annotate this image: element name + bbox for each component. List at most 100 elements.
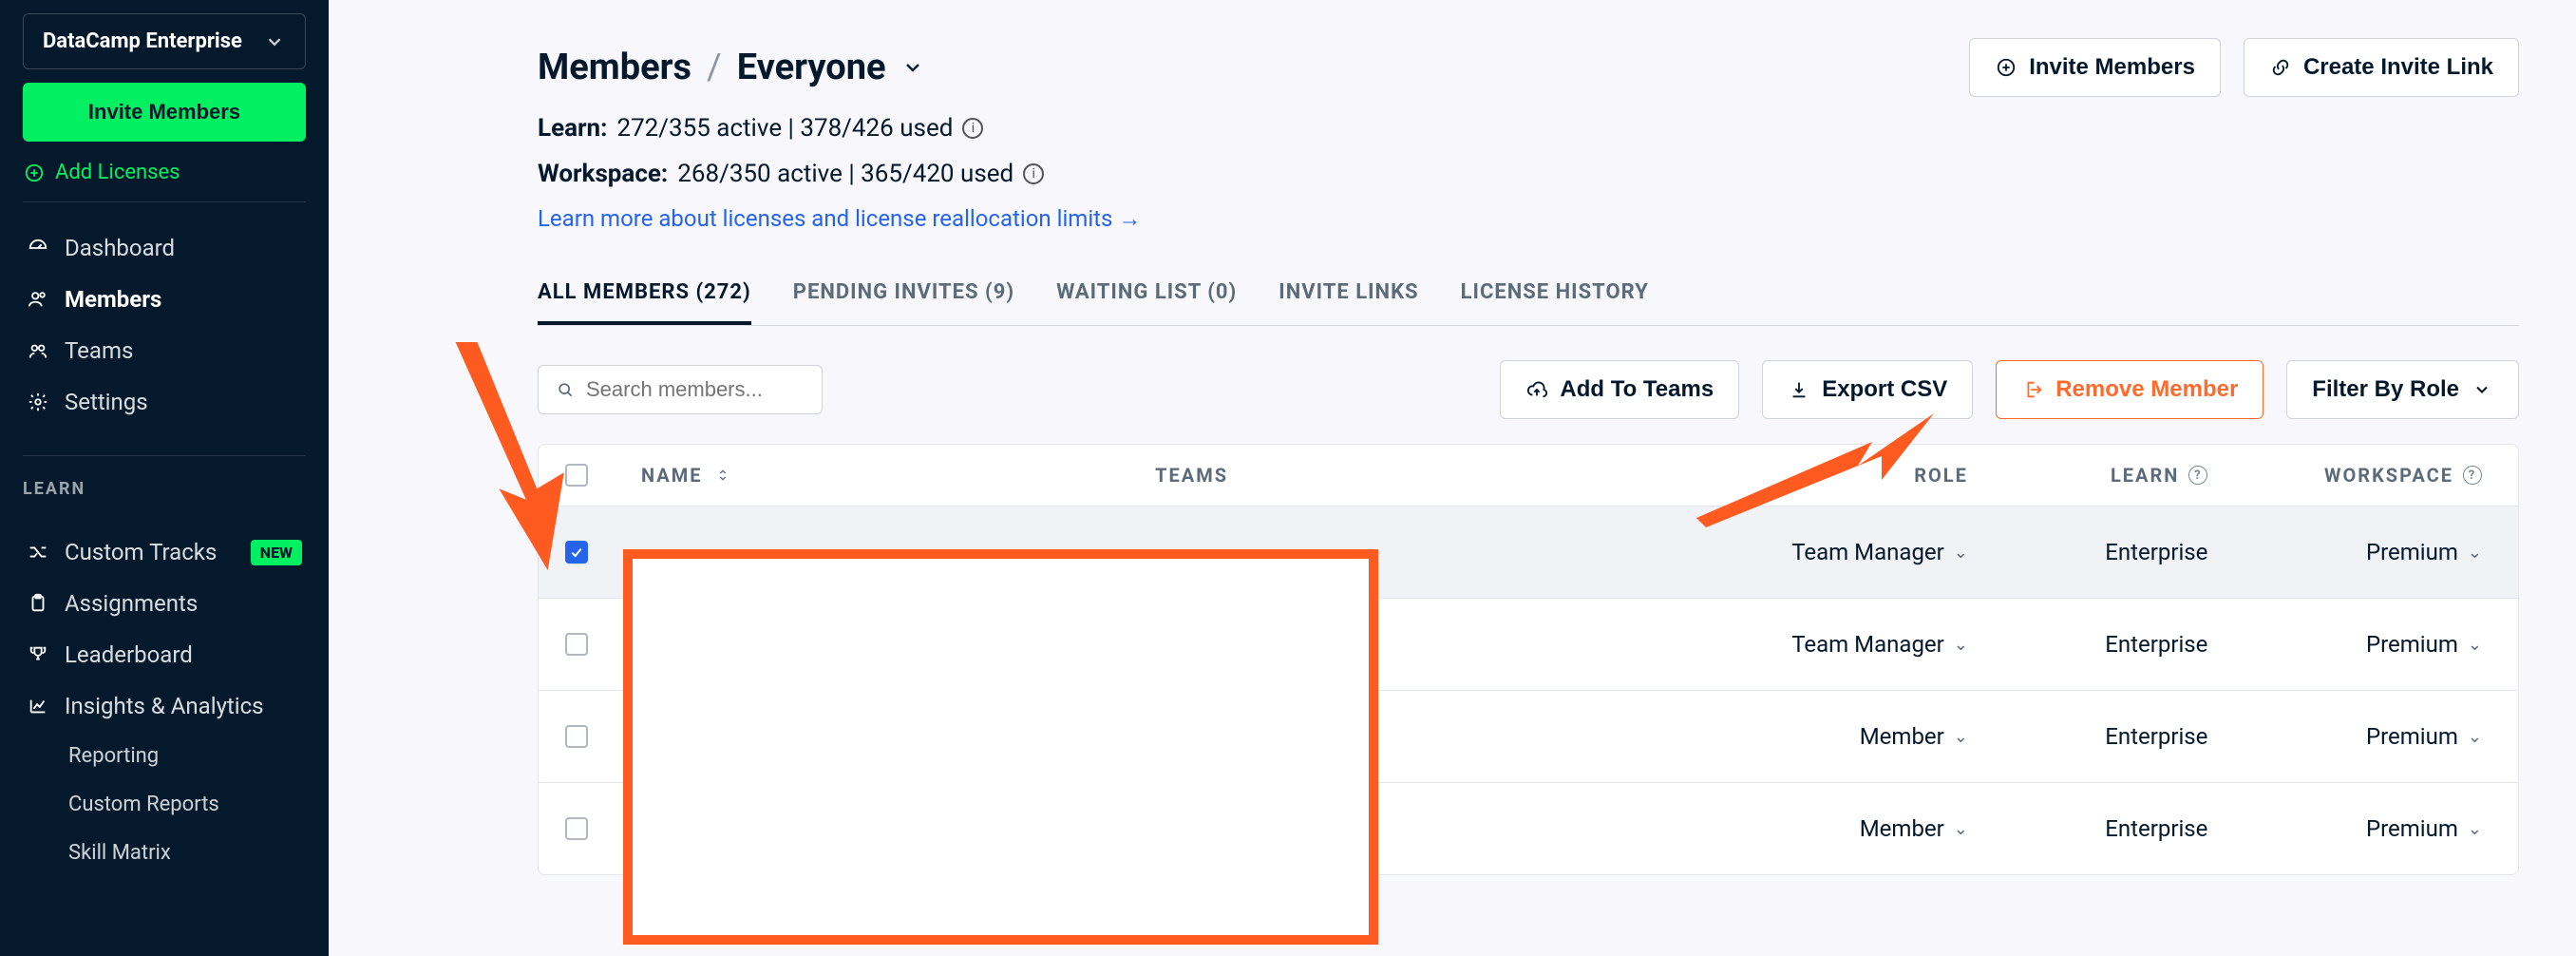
cell-role[interactable]: Member⌄	[1669, 723, 1978, 750]
chevron-down-icon: ⌄	[2468, 543, 2482, 563]
filter-by-role-button[interactable]: Filter By Role	[2286, 360, 2519, 419]
info-icon[interactable]: i	[962, 118, 983, 139]
chevron-down-icon: ⌄	[1954, 727, 1968, 747]
tab-all-members[interactable]: ALL MEMBERS (272)	[538, 267, 751, 325]
chart-line-icon	[27, 695, 49, 717]
table-row[interactable]: Member⌄ Enterprise Premium⌄	[539, 782, 2518, 874]
table-row[interactable]: Member⌄ Enterprise Premium⌄	[539, 690, 2518, 782]
learn-license-stats: Learn: 272/355 active | 378/426 used i	[538, 114, 2519, 143]
sidebar-item-teams[interactable]: Teams	[23, 328, 306, 373]
invite-members-button[interactable]: Invite Members	[1969, 38, 2221, 97]
sidebar-invite-button[interactable]: Invite Members	[23, 83, 306, 142]
sidebar-item-members[interactable]: Members	[23, 277, 306, 322]
cell-workspace[interactable]: Premium⌄	[2217, 631, 2491, 658]
col-role[interactable]: ROLE	[1669, 464, 1978, 487]
chevron-down-icon: ⌄	[2468, 635, 2482, 655]
cell-role[interactable]: Member⌄	[1669, 815, 1978, 842]
sidebar-item-reporting[interactable]: Reporting	[65, 735, 306, 777]
sidebar-item-label: Custom Reports	[68, 793, 219, 816]
tab-waiting-list[interactable]: WAITING LIST (0)	[1056, 267, 1237, 325]
header-actions: Invite Members Create Invite Link	[1969, 38, 2519, 97]
main-content: Members / Everyone Invite Members	[329, 0, 2576, 956]
org-name: DataCamp Enterprise	[43, 29, 242, 53]
cell-role[interactable]: Team Manager⌄	[1669, 539, 1978, 565]
select-all-checkbox[interactable]	[565, 464, 588, 487]
chevron-down-icon: ⌄	[2468, 819, 2482, 839]
cell-learn: Enterprise	[1978, 539, 2218, 565]
primary-nav: Dashboard Members Teams Settings	[23, 216, 306, 425]
cell-role[interactable]: Team Manager⌄	[1669, 631, 1978, 658]
row-checkbox[interactable]	[565, 633, 588, 656]
table-header: NAME TEAMS ROLE LEARN ? WORKSPACE ?	[539, 445, 2518, 506]
trophy-icon	[27, 643, 49, 666]
breadcrumb-root[interactable]: Members	[538, 47, 691, 88]
help-icon[interactable]: ?	[2463, 466, 2482, 485]
row-checkbox[interactable]	[565, 541, 588, 564]
sidebar-item-custom-tracks[interactable]: Custom Tracks NEW	[23, 529, 306, 575]
col-teams[interactable]: TEAMS	[1155, 464, 1669, 487]
sidebar-section-learn: LEARN	[23, 479, 306, 507]
add-licenses-link[interactable]: Add Licenses	[23, 155, 306, 202]
new-badge: NEW	[251, 540, 302, 565]
link-icon	[2269, 56, 2292, 79]
sidebar-item-label: Skill Matrix	[68, 841, 171, 865]
button-label: Export CSV	[1822, 376, 1947, 403]
button-label: Create Invite Link	[2303, 54, 2493, 81]
sidebar-item-skill-matrix[interactable]: Skill Matrix	[65, 832, 306, 874]
sidebar-item-settings[interactable]: Settings	[23, 379, 306, 425]
tab-invite-links[interactable]: INVITE LINKS	[1279, 267, 1418, 325]
team-icon	[27, 339, 49, 362]
chevron-down-icon	[2471, 378, 2493, 401]
breadcrumb-separator: /	[707, 47, 722, 88]
help-icon[interactable]: ?	[2188, 466, 2207, 485]
sidebar-item-custom-reports[interactable]: Custom Reports	[65, 783, 306, 826]
workspace-license-stats: Workspace: 268/350 active | 365/420 used…	[538, 160, 2519, 188]
breadcrumb-leaf[interactable]: Everyone	[737, 47, 886, 88]
breadcrumb: Members / Everyone	[538, 47, 924, 88]
chevron-down-icon: ⌄	[1954, 819, 1968, 839]
plus-circle-icon	[23, 162, 46, 184]
plus-circle-icon	[1995, 56, 2017, 79]
insights-subnav: Reporting Custom Reports Skill Matrix	[23, 735, 306, 874]
sidebar-item-leaderboard[interactable]: Leaderboard	[23, 632, 306, 678]
gear-icon	[27, 391, 49, 413]
col-learn[interactable]: LEARN ?	[1978, 464, 2218, 487]
button-label: Add To Teams	[1560, 376, 1714, 403]
cell-workspace[interactable]: Premium⌄	[2217, 723, 2491, 750]
members-table: NAME TEAMS ROLE LEARN ? WORKSPACE ?	[538, 444, 2519, 875]
shuffle-icon	[27, 541, 49, 564]
col-name[interactable]: NAME	[641, 464, 1155, 487]
chevron-down-icon	[263, 30, 286, 53]
search-input[interactable]	[538, 365, 823, 414]
learn-nav: Custom Tracks NEW Assignments Leaderboar…	[23, 520, 306, 874]
sidebar-item-dashboard[interactable]: Dashboard	[23, 225, 306, 271]
remove-member-button[interactable]: Remove Member	[1996, 360, 2263, 419]
tab-pending-invites[interactable]: PENDING INVITES (9)	[793, 267, 1014, 325]
add-to-teams-button[interactable]: Add To Teams	[1500, 360, 1739, 419]
license-learn-more-link[interactable]: Learn more about licenses and license re…	[538, 205, 1141, 233]
chevron-down-icon[interactable]	[901, 56, 924, 79]
cell-workspace[interactable]: Premium⌄	[2217, 815, 2491, 842]
sidebar-item-assignments[interactable]: Assignments	[23, 581, 306, 626]
chevron-down-icon: ⌄	[1954, 635, 1968, 655]
sidebar-item-label: Teams	[65, 337, 133, 364]
row-checkbox[interactable]	[565, 725, 588, 748]
sidebar-item-insights[interactable]: Insights & Analytics	[23, 683, 306, 729]
org-switcher[interactable]: DataCamp Enterprise	[23, 13, 306, 69]
col-workspace[interactable]: WORKSPACE ?	[2217, 464, 2491, 487]
cloud-upload-icon	[1525, 378, 1548, 401]
table-row[interactable]: Team Manager⌄ Enterprise Premium⌄	[539, 506, 2518, 598]
tab-license-history[interactable]: LICENSE HISTORY	[1461, 267, 1649, 325]
row-checkbox[interactable]	[565, 817, 588, 840]
export-csv-button[interactable]: Export CSV	[1762, 360, 1973, 419]
cell-workspace[interactable]: Premium⌄	[2217, 539, 2491, 565]
info-icon[interactable]: i	[1023, 163, 1044, 184]
sidebar-item-label: Custom Tracks	[65, 539, 217, 565]
cell-learn: Enterprise	[1978, 723, 2218, 750]
search-input-field[interactable]	[586, 377, 806, 402]
table-row[interactable]: Team Manager⌄ Enterprise Premium⌄	[539, 598, 2518, 690]
sidebar: DataCamp Enterprise Invite Members Add L…	[0, 0, 329, 956]
users-icon	[27, 288, 49, 311]
logout-icon	[2021, 378, 2044, 401]
create-invite-link-button[interactable]: Create Invite Link	[2244, 38, 2519, 97]
